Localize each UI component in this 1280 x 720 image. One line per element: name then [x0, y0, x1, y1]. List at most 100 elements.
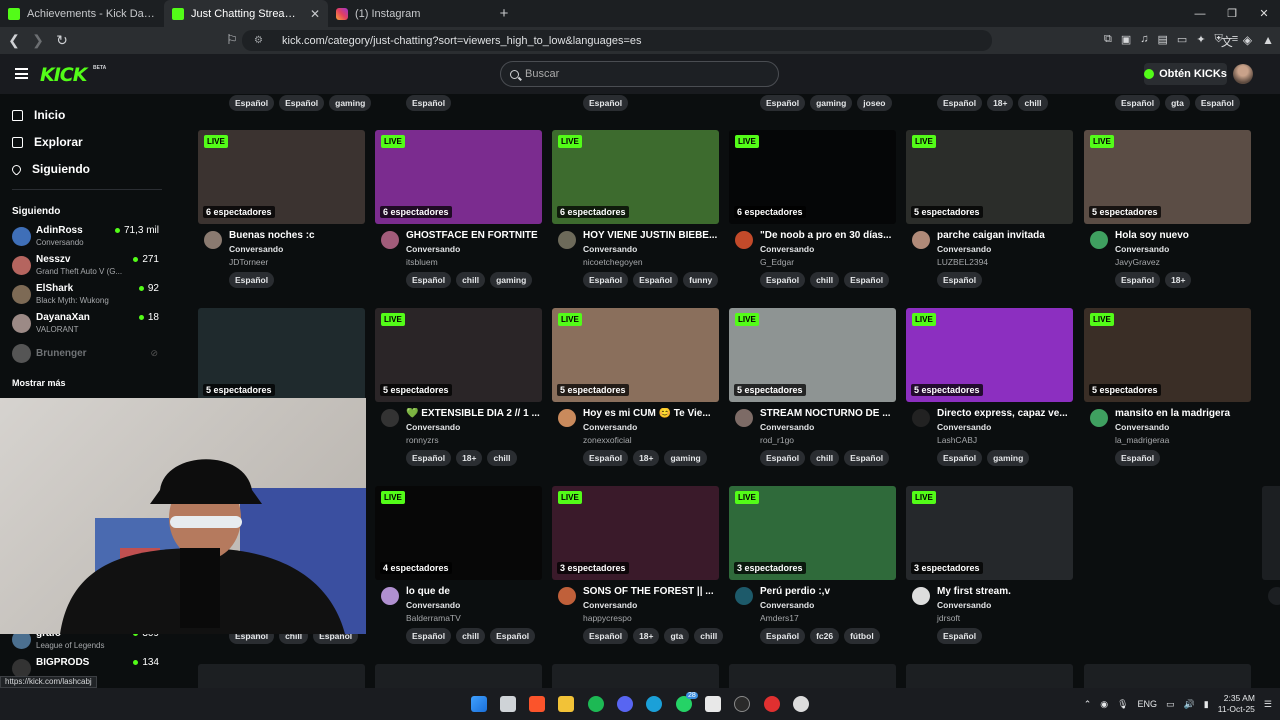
new-tab-button[interactable]: + [492, 0, 516, 27]
followed-channel[interactable]: Nesszv Grand Theft Auto V (G... 271 [12, 254, 162, 280]
streamer-avatar[interactable] [735, 409, 753, 427]
streamer-avatar[interactable] [381, 409, 399, 427]
tag[interactable]: Español [406, 450, 452, 466]
kick-logo[interactable]: KICK [40, 64, 87, 86]
followed-channel-offline[interactable]: Brunenger ⊘ [12, 342, 162, 368]
stream-category[interactable]: Conversando [937, 422, 991, 432]
tag[interactable]: chill [487, 450, 517, 466]
streamer-name[interactable]: nicoetchegoyen [583, 257, 643, 267]
stream-title[interactable]: STREAM NOCTURNO DE ... [760, 408, 896, 419]
tag[interactable]: gaming [987, 450, 1030, 466]
spotify-icon[interactable] [588, 696, 604, 712]
show-more-link[interactable]: Mostrar más [12, 378, 66, 388]
get-kicks-button[interactable]: Obtén KICKs [1144, 63, 1227, 85]
followed-channel[interactable]: AdinRoss Conversando 71,3 mil [12, 225, 162, 251]
wallet-icon[interactable]: ▭ [1177, 33, 1187, 46]
sidebar-icon[interactable]: ▤ [1158, 33, 1168, 46]
tag[interactable]: gaming [664, 450, 707, 466]
tag[interactable]: Español [760, 628, 806, 644]
tag[interactable]: chill [810, 450, 840, 466]
tag[interactable]: Español [937, 272, 983, 288]
stream-title[interactable]: mansito en la madrigera [1115, 408, 1251, 419]
tag[interactable]: Español [406, 272, 452, 288]
tag[interactable]: chill [456, 628, 486, 644]
screenshot-icon[interactable]: ▣ [1121, 33, 1131, 46]
tag[interactable]: Español [937, 95, 983, 111]
tag[interactable]: 18+ [1165, 272, 1192, 288]
streamer-name[interactable]: ronnyzrs [406, 435, 439, 445]
stream-category[interactable]: Conversando [406, 600, 460, 610]
tag[interactable]: 18+ [987, 95, 1014, 111]
streamer-avatar[interactable] [204, 231, 222, 249]
stream-title[interactable]: "De noob a pro en 30 días... [760, 230, 896, 241]
tag[interactable]: Español [406, 628, 452, 644]
streamer-name[interactable]: happycrespo [583, 613, 632, 623]
tag[interactable]: gaming [810, 95, 853, 111]
streamer-name[interactable]: Amders17 [760, 613, 799, 623]
tag[interactable]: Español [279, 95, 325, 111]
streamer-name[interactable]: itsbluem [406, 257, 438, 267]
streamer-avatar[interactable] [912, 409, 930, 427]
task-view-icon[interactable] [500, 696, 516, 712]
menu-icon[interactable] [15, 68, 28, 79]
streamer-avatar[interactable] [381, 231, 399, 249]
tag[interactable]: Español [583, 95, 629, 111]
tag[interactable]: Español [1194, 95, 1240, 111]
url-field[interactable]: ⚐ ⚙ kick.com/category/just-chatting?sort… [226, 30, 992, 51]
bookmark-icon[interactable]: ⚐ [226, 32, 238, 48]
streamer-name[interactable]: rod_r1go [760, 435, 794, 445]
close-tab-icon[interactable]: ✕ [310, 7, 320, 21]
stream-title[interactable]: Perú perdio :,v [760, 586, 896, 597]
sidebar-item-siguiendo[interactable]: Siguiendo [10, 162, 90, 176]
tag[interactable]: Español [760, 95, 806, 111]
tag[interactable]: Español [760, 450, 806, 466]
streamer-avatar[interactable] [1090, 231, 1108, 249]
tab-kick-dashboard[interactable]: Achievements - Kick Dashboard [0, 0, 164, 27]
vpn-icon[interactable]: ⛨ [1215, 33, 1223, 46]
close-window-icon[interactable]: ✕ [1248, 0, 1280, 27]
streamer-avatar[interactable] [912, 231, 930, 249]
stream-category[interactable]: Conversando [937, 600, 991, 610]
tag[interactable]: Español [229, 95, 275, 111]
store-icon[interactable] [705, 696, 721, 712]
stream-category[interactable]: Conversando [406, 422, 460, 432]
tag[interactable]: Español [1115, 450, 1161, 466]
stream-title[interactable]: Directo express, capaz ve... [937, 408, 1073, 419]
file-explorer-icon[interactable] [558, 696, 574, 712]
tab-instagram[interactable]: (1) Instagram [328, 0, 492, 27]
sidebar-item-inicio[interactable]: Inicio [12, 108, 65, 122]
stream-category[interactable]: Conversando [229, 244, 283, 254]
tag[interactable]: Español [229, 272, 275, 288]
tag[interactable]: funny [683, 272, 719, 288]
streamer-avatar[interactable] [381, 587, 399, 605]
stream-category[interactable]: Conversando [1115, 244, 1169, 254]
tag[interactable]: Español [583, 628, 629, 644]
restore-icon[interactable]: ❐ [1216, 0, 1248, 27]
tag[interactable]: joseo [857, 95, 892, 111]
tag[interactable]: Español [583, 272, 629, 288]
stream-category[interactable]: Conversando [583, 422, 637, 432]
tab-just-chatting[interactable]: Just Chatting Streaming - Live St ✕ [164, 0, 328, 27]
stream-category[interactable]: Conversando [937, 244, 991, 254]
stream-title[interactable]: SONS OF THE FOREST || ... [583, 586, 719, 597]
stream-title[interactable]: My first stream. [937, 586, 1073, 597]
notifications-icon[interactable]: ☰ [1264, 699, 1272, 710]
reload-icon[interactable]: ↻ [52, 32, 72, 49]
tag[interactable]: gaming [490, 272, 533, 288]
stream-title[interactable]: Hola soy nuevo [1115, 230, 1251, 241]
brave-icon[interactable] [529, 696, 545, 712]
tag[interactable]: chill [1018, 95, 1048, 111]
sidebar-item-explorar[interactable]: Explorar [12, 135, 83, 149]
streamer-name[interactable]: LUZBEL2394 [937, 257, 988, 267]
clock[interactable]: 2:35 AM 11-Oct-25 [1218, 693, 1255, 715]
tag[interactable]: fútbol [844, 628, 880, 644]
streamer-name[interactable]: LashCABJ [937, 435, 977, 445]
tag[interactable]: Español [633, 272, 679, 288]
extension-icon[interactable]: ⧉ [1104, 33, 1112, 46]
tag[interactable]: Español [406, 95, 452, 111]
rewards-icon[interactable]: ▲ [1262, 33, 1274, 50]
tag[interactable]: gta [664, 628, 690, 644]
volume-icon[interactable]: 🔊 [1184, 699, 1195, 710]
forward-icon[interactable]: ❯ [28, 32, 48, 49]
tag[interactable]: fc26 [810, 628, 840, 644]
